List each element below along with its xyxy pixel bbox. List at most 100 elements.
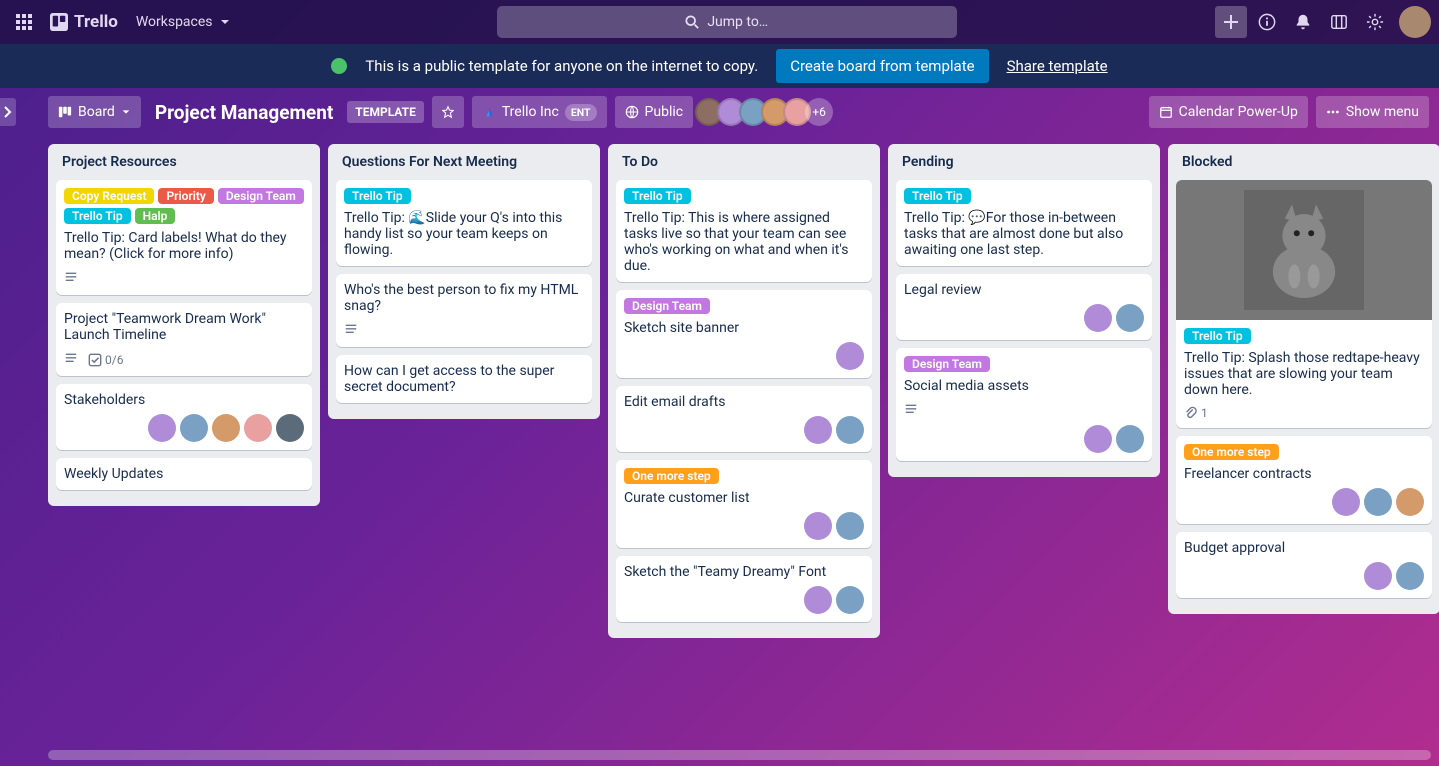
member-avatar[interactable] [836, 416, 864, 444]
card[interactable]: Copy RequestPriority Design Team Trello Ti… [56, 180, 312, 295]
visibility-button[interactable]: Public [615, 96, 694, 128]
list-title[interactable]: Pending [896, 152, 1152, 180]
card[interactable]: Trello Tip Trello Tip: This is where assi… [616, 180, 872, 282]
label[interactable]: Trello Tip [1184, 328, 1251, 344]
card-members [624, 342, 864, 370]
label[interactable]: Trello Tip [904, 188, 971, 204]
member-overflow[interactable]: +6 [805, 98, 833, 126]
card-text: Trello Tip: 💬For those in-between tasks … [904, 210, 1144, 258]
card[interactable]: One more stepFreelancer contracts [1176, 436, 1432, 524]
label[interactable]: One more step [1184, 444, 1279, 460]
label[interactable]: Trello Tip [64, 208, 131, 224]
account-avatar[interactable] [1399, 6, 1431, 38]
card-text: How can I get access to the super secret… [344, 363, 584, 395]
board-members[interactable]: +6 [701, 98, 833, 126]
workspaces-dropdown[interactable]: Workspaces [128, 6, 239, 38]
member-avatar[interactable] [1396, 562, 1424, 590]
card[interactable]: Project "Teamwork Dream Work" Launch Tim… [56, 303, 312, 376]
workspace-chip[interactable]: Trello Inc ENT [472, 96, 607, 128]
share-template-link[interactable]: Share template [1007, 57, 1108, 75]
member-avatar[interactable] [836, 342, 864, 370]
atlassian-icon [482, 105, 496, 119]
member-avatar[interactable] [1364, 562, 1392, 590]
board-title[interactable]: Project Management [149, 101, 339, 124]
card-text: Budget approval [1184, 540, 1424, 556]
list-title[interactable]: Blocked [1176, 152, 1432, 180]
notifications-icon[interactable] [1287, 6, 1319, 38]
create-board-button[interactable]: Create board from template [776, 49, 988, 83]
card[interactable]: Budget approval [1176, 532, 1432, 598]
card[interactable]: Trello Tip Trello Tip: 🌊Slide your Q's in… [336, 180, 592, 266]
label[interactable]: Trello Tip [624, 188, 691, 204]
card-members [64, 414, 304, 442]
apps-icon[interactable] [8, 6, 40, 38]
expand-sidebar-button[interactable] [0, 98, 16, 126]
member-avatar[interactable] [1116, 304, 1144, 332]
card[interactable]: Design Team Sketch site banner [616, 290, 872, 378]
settings-icon[interactable] [1359, 6, 1391, 38]
create-button[interactable] [1215, 6, 1247, 38]
member-avatar[interactable] [212, 414, 240, 442]
member-avatar[interactable] [836, 512, 864, 540]
card[interactable]: One more stepCurate customer list [616, 460, 872, 548]
card-badges [344, 322, 584, 339]
info-icon[interactable] [1251, 6, 1283, 38]
list-title[interactable]: Questions For Next Meeting [336, 152, 592, 180]
star-button[interactable] [432, 96, 464, 128]
member-avatar[interactable] [180, 414, 208, 442]
trello-logo[interactable]: Trello [44, 12, 124, 32]
card-labels: Design Team [624, 298, 864, 314]
card[interactable]: Trello TipTrello Tip: Splash those redta… [1176, 180, 1432, 428]
label[interactable]: Design Team [624, 298, 710, 314]
member-avatar[interactable] [836, 586, 864, 614]
card[interactable]: How can I get access to the super secret… [336, 355, 592, 403]
card-members [904, 304, 1144, 332]
view-switcher[interactable]: Board [48, 96, 141, 128]
member-avatar[interactable] [1084, 425, 1112, 453]
card[interactable]: Who's the best person to fix my HTML sna… [336, 274, 592, 347]
member-avatar[interactable] [1332, 488, 1360, 516]
show-menu-button[interactable]: Show menu [1316, 96, 1429, 128]
card[interactable]: Weekly Updates [56, 458, 312, 490]
search-input[interactable]: Jump to… [497, 6, 957, 38]
member-avatar[interactable] [1084, 304, 1112, 332]
card-members [904, 425, 1144, 453]
card[interactable]: Stakeholders [56, 384, 312, 450]
calendar-powerup-button[interactable]: Calendar Power-Up [1149, 96, 1308, 128]
label[interactable]: Priority [158, 188, 213, 204]
member-avatar[interactable] [1364, 488, 1392, 516]
label[interactable]: One more step [624, 468, 719, 484]
member-avatar[interactable] [804, 416, 832, 444]
member-avatar[interactable] [148, 414, 176, 442]
card-text: Sketch the "Teamy Dreamy" Font [624, 564, 864, 580]
list-title[interactable]: To Do [616, 152, 872, 180]
card-text: Trello Tip: 🌊Slide your Q's into this ha… [344, 210, 584, 258]
card-text: Trello Tip: This is where assigned tasks… [624, 210, 864, 274]
label[interactable]: Design Team [218, 188, 304, 204]
member-avatar[interactable] [804, 586, 832, 614]
list-title[interactable]: Project Resources [56, 152, 312, 180]
globe-icon [625, 105, 639, 119]
member-avatar[interactable] [1396, 488, 1424, 516]
board-canvas[interactable]: Project Resources Copy RequestPriority Des… [0, 136, 1439, 746]
card-text: Social media assets [904, 378, 1144, 394]
boards-icon[interactable] [1323, 6, 1355, 38]
label[interactable]: Halp [135, 208, 176, 224]
card-text: Sketch site banner [624, 320, 864, 336]
horizontal-scrollbar[interactable] [48, 750, 1431, 760]
card-text: Trello Tip: Card labels! What do they me… [64, 230, 304, 262]
card[interactable]: Design Team Social media assets [896, 348, 1152, 461]
member-avatar[interactable] [244, 414, 272, 442]
label[interactable]: Design Team [904, 356, 990, 372]
card[interactable]: Trello Tip Trello Tip: 💬For those in-betw… [896, 180, 1152, 266]
card[interactable]: Sketch the "Teamy Dreamy" Font [616, 556, 872, 622]
card[interactable]: Edit email drafts [616, 386, 872, 452]
member-avatar[interactable] [276, 414, 304, 442]
card[interactable]: Legal review [896, 274, 1152, 340]
member-avatar[interactable] [1116, 425, 1144, 453]
member-avatar[interactable] [804, 512, 832, 540]
label[interactable]: Trello Tip [344, 188, 411, 204]
label[interactable]: Copy Request [64, 188, 154, 204]
list: Questions For Next MeetingTrello TipTrel… [328, 144, 600, 419]
search-icon [685, 15, 699, 29]
